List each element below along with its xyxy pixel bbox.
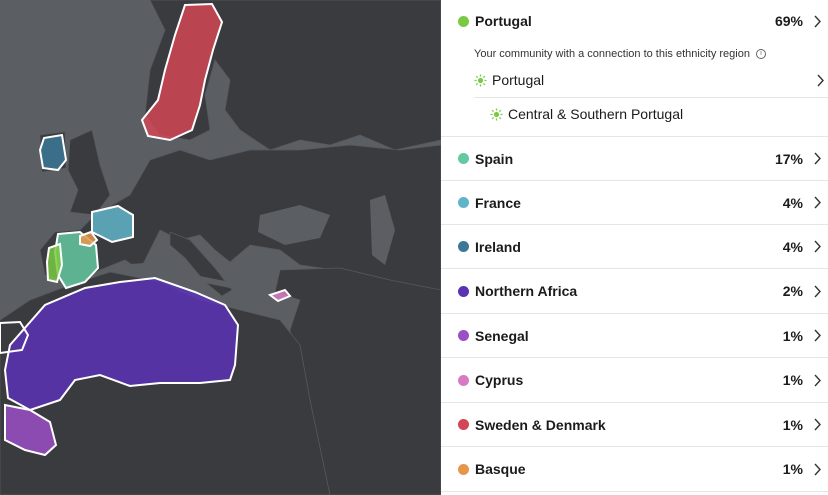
chevron-right-icon — [814, 329, 821, 342]
ireland-color-dot — [458, 241, 469, 252]
region-row-ireland[interactable]: Ireland 4% — [441, 225, 828, 269]
region-percent: 69% — [774, 13, 803, 29]
region-name: Cyprus — [475, 372, 524, 388]
portugal-color-dot — [458, 15, 469, 27]
senegal-color-dot — [458, 330, 469, 341]
spain-color-dot — [458, 153, 469, 164]
region-name: Spain — [475, 150, 514, 167]
basque-color-dot — [458, 463, 469, 475]
region-percent: 4% — [782, 194, 803, 211]
region-percent: 4% — [782, 238, 803, 255]
divider — [474, 97, 828, 98]
community-note: Your community with a connection to this… — [474, 48, 766, 60]
ethnicity-map[interactable] — [0, 0, 441, 495]
region-name: Ireland — [475, 238, 521, 255]
region-percent: 17% — [774, 150, 803, 167]
region-row-basque[interactable]: Basque 1% — [441, 447, 828, 492]
chevron-right-icon — [814, 240, 821, 253]
region-percent: 1% — [782, 327, 803, 344]
community-label: Central & Southern Portugal — [508, 106, 684, 122]
map-canvas[interactable] — [0, 0, 441, 495]
region-percent: 2% — [782, 283, 803, 299]
chevron-right-icon — [814, 196, 821, 209]
community-sunburst-icon — [490, 108, 503, 120]
region-name: Portugal — [475, 13, 532, 29]
community-sunburst-icon — [474, 74, 487, 86]
region-row-northern-africa[interactable]: Northern Africa 2% — [441, 269, 828, 314]
region-name: Senegal — [475, 327, 529, 344]
community-note-text: Your community with a connection to this… — [474, 48, 750, 60]
ethnicity-estimate-view: Portugal 69% Your community with a conne… — [0, 0, 828, 495]
region-name: Basque — [475, 461, 526, 477]
region-row-sweden-denmark[interactable]: Sweden & Denmark 1% — [441, 403, 828, 447]
ethnicity-list-panel: Portugal 69% Your community with a conne… — [441, 0, 828, 495]
region-row-senegal[interactable]: Senegal 1% — [441, 314, 828, 358]
region-name: Sweden & Denmark — [475, 416, 606, 433]
region-row-france[interactable]: France 4% — [441, 181, 828, 225]
northern-africa-color-dot — [458, 285, 469, 297]
info-icon[interactable]: i — [755, 49, 766, 60]
chevron-right-icon — [814, 463, 821, 475]
community-row-portugal[interactable]: Portugal — [474, 70, 828, 90]
region-name: Northern Africa — [475, 283, 578, 299]
chevron-right-icon — [814, 15, 821, 27]
region-name: France — [475, 194, 521, 211]
region-row-portugal[interactable]: Portugal 69% — [441, 0, 828, 42]
region-ireland[interactable] — [38, 133, 68, 172]
region-row-cyprus[interactable]: Cyprus 1% — [441, 358, 828, 403]
chevron-right-icon — [814, 418, 821, 431]
community-label: Portugal — [492, 72, 545, 88]
region-percent: 1% — [782, 372, 803, 388]
region-percent: 1% — [782, 461, 803, 477]
region-row-spain[interactable]: Spain 17% — [441, 137, 828, 181]
chevron-right-icon — [814, 285, 821, 297]
region-percent: 1% — [782, 416, 803, 433]
chevron-right-icon — [817, 74, 824, 86]
community-row-central-southern-portugal[interactable]: Central & Southern Portugal — [490, 104, 683, 124]
cyprus-color-dot — [458, 374, 469, 386]
chevron-right-icon — [814, 374, 821, 386]
france-color-dot — [458, 197, 469, 208]
chevron-right-icon — [814, 152, 821, 165]
sweden-denmark-color-dot — [458, 419, 469, 430]
